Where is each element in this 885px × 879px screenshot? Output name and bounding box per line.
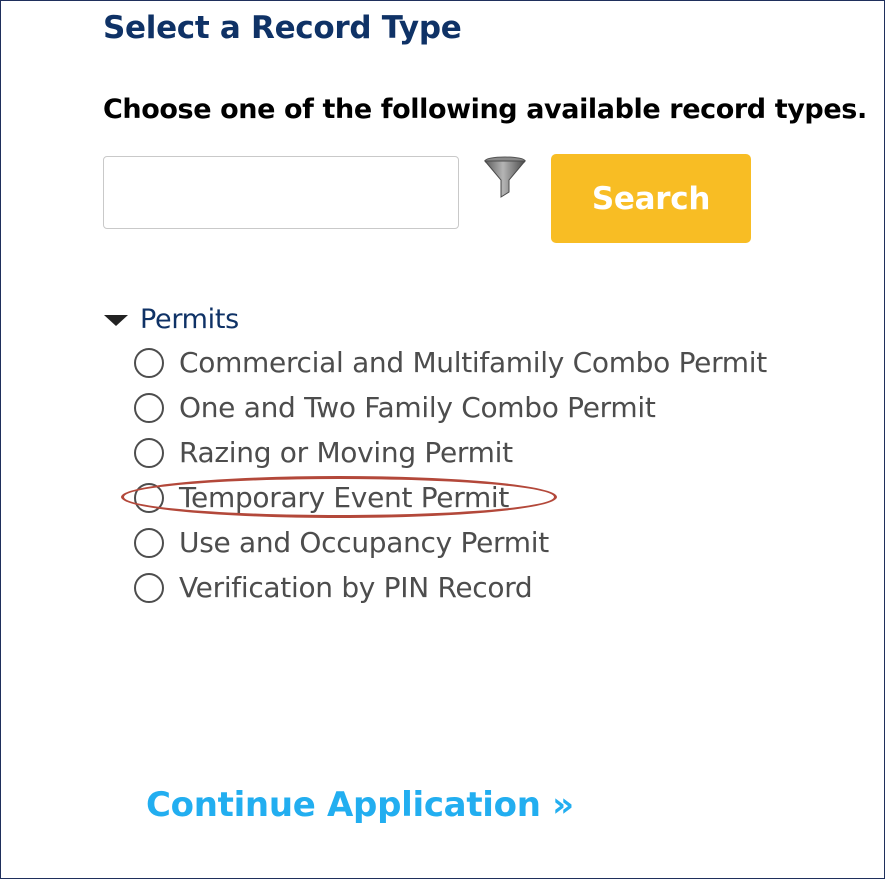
record-type-label[interactable]: Razing or Moving Permit xyxy=(179,436,513,469)
radio-button-icon[interactable] xyxy=(134,392,164,423)
radio-button-icon[interactable] xyxy=(134,572,164,603)
radio-button-icon[interactable] xyxy=(134,482,164,513)
record-type-option[interactable]: Verification by PIN Record xyxy=(134,565,854,610)
radio-button-icon[interactable] xyxy=(134,527,164,558)
page-title: Select a Record Type xyxy=(103,10,462,46)
instruction-text: Choose one of the following available re… xyxy=(103,94,867,125)
continue-application-link[interactable]: Continue Application » xyxy=(146,785,574,825)
caret-down-icon xyxy=(104,314,128,326)
record-type-option[interactable]: Commercial and Multifamily Combo Permit xyxy=(134,340,854,385)
record-type-label[interactable]: Temporary Event Permit xyxy=(179,481,509,514)
group-label-permits: Permits xyxy=(140,303,239,335)
record-type-options: Commercial and Multifamily Combo Permit … xyxy=(134,340,854,610)
record-type-option[interactable]: Use and Occupancy Permit xyxy=(134,520,854,565)
record-type-label[interactable]: Verification by PIN Record xyxy=(179,571,533,604)
record-type-option[interactable]: Razing or Moving Permit xyxy=(134,430,854,475)
search-input[interactable] xyxy=(103,156,459,229)
filter-funnel-icon[interactable] xyxy=(482,155,528,201)
record-type-option[interactable]: Temporary Event Permit xyxy=(134,475,854,520)
radio-button-icon[interactable] xyxy=(134,347,164,378)
record-type-label[interactable]: Use and Occupancy Permit xyxy=(179,526,549,559)
permits-group-toggle[interactable]: Permits xyxy=(104,300,239,338)
record-type-option[interactable]: One and Two Family Combo Permit xyxy=(134,385,854,430)
record-type-label[interactable]: One and Two Family Combo Permit xyxy=(179,391,656,424)
search-button[interactable]: Search xyxy=(551,154,751,243)
radio-button-icon[interactable] xyxy=(134,437,164,468)
record-type-label[interactable]: Commercial and Multifamily Combo Permit xyxy=(179,346,767,379)
